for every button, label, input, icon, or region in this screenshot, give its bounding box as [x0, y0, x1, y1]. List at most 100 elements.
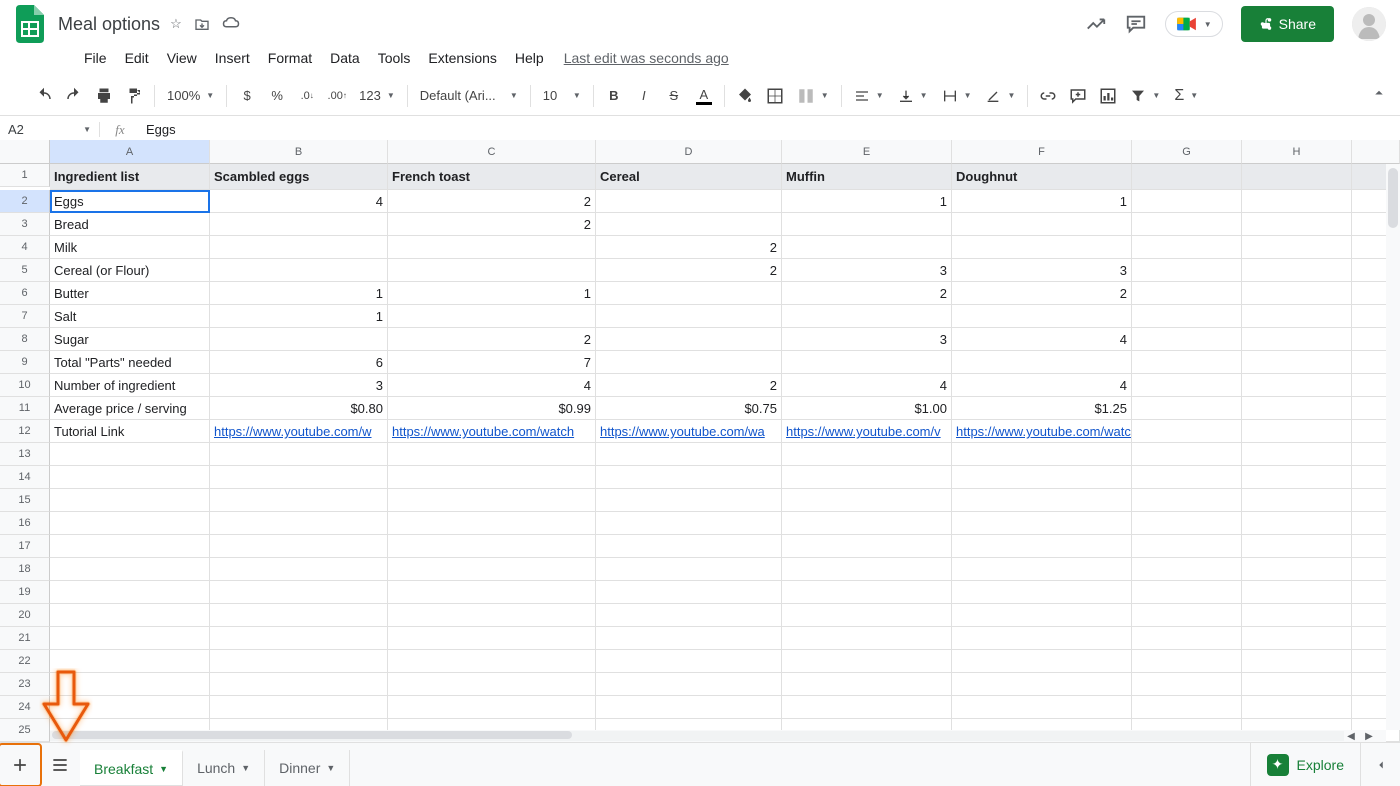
cell[interactable] — [210, 466, 388, 489]
insert-comment-button[interactable] — [1064, 82, 1092, 110]
row-header[interactable]: 21 — [0, 627, 50, 650]
column-header[interactable]: H — [1242, 140, 1352, 164]
cell[interactable] — [1242, 535, 1352, 558]
cell[interactable] — [952, 627, 1132, 650]
add-sheet-button[interactable] — [0, 745, 40, 785]
cell[interactable]: 2 — [596, 374, 782, 397]
cell[interactable] — [596, 512, 782, 535]
cell[interactable] — [50, 535, 210, 558]
menu-data[interactable]: Data — [322, 46, 368, 70]
cell[interactable]: Bread — [50, 213, 210, 236]
row-header[interactable]: 25 — [0, 719, 50, 742]
cell[interactable] — [388, 604, 596, 627]
cell[interactable]: French toast — [388, 164, 596, 190]
cell[interactable]: Average price / serving — [50, 397, 210, 420]
cell[interactable] — [1132, 236, 1242, 259]
horizontal-align-dropdown[interactable]: ▼ — [848, 82, 890, 110]
document-title[interactable]: Meal options — [58, 14, 160, 35]
cell[interactable] — [388, 512, 596, 535]
cell[interactable] — [1242, 190, 1352, 213]
row-header[interactable]: 19 — [0, 581, 50, 604]
cell[interactable] — [952, 558, 1132, 581]
cell[interactable]: 4 — [210, 190, 388, 213]
row-header[interactable]: 11 — [0, 397, 50, 420]
horizontal-scrollbar[interactable]: ◀ ▶ — [50, 730, 1386, 742]
increase-decimal-button[interactable]: .00↑ — [323, 82, 351, 110]
cell[interactable] — [596, 535, 782, 558]
cell[interactable] — [1132, 259, 1242, 282]
row-header[interactable]: 20 — [0, 604, 50, 627]
explore-button[interactable]: ✦ Explore — [1250, 743, 1360, 786]
cell[interactable] — [50, 489, 210, 512]
cell[interactable] — [1132, 282, 1242, 305]
cell[interactable] — [596, 696, 782, 719]
sheet-tab[interactable]: Breakfast▼ — [80, 750, 183, 786]
menu-help[interactable]: Help — [507, 46, 552, 70]
cell[interactable] — [952, 213, 1132, 236]
cell[interactable] — [1132, 466, 1242, 489]
cell[interactable] — [50, 512, 210, 535]
menu-edit[interactable]: Edit — [117, 46, 157, 70]
menu-tools[interactable]: Tools — [370, 46, 419, 70]
cell[interactable] — [1132, 213, 1242, 236]
fill-color-button[interactable] — [731, 82, 759, 110]
cell[interactable] — [596, 466, 782, 489]
cell[interactable] — [50, 650, 210, 673]
cell[interactable]: 3 — [952, 259, 1132, 282]
cell[interactable]: $1.00 — [782, 397, 952, 420]
cell[interactable] — [50, 696, 210, 719]
cell[interactable] — [952, 696, 1132, 719]
cell[interactable] — [596, 443, 782, 466]
cell[interactable] — [1242, 236, 1352, 259]
cell[interactable] — [210, 328, 388, 351]
row-header[interactable]: 9 — [0, 351, 50, 374]
bold-button[interactable]: B — [600, 82, 628, 110]
cell[interactable] — [388, 673, 596, 696]
cell[interactable]: 1 — [782, 190, 952, 213]
format-currency-button[interactable]: $ — [233, 82, 261, 110]
cell[interactable] — [1132, 581, 1242, 604]
cell[interactable]: 4 — [952, 328, 1132, 351]
cell[interactable] — [952, 673, 1132, 696]
cell[interactable] — [782, 443, 952, 466]
cell[interactable] — [1132, 305, 1242, 328]
cell[interactable]: https://www.youtube.com/v — [782, 420, 952, 443]
row-header[interactable]: 23 — [0, 673, 50, 696]
cell[interactable] — [1132, 650, 1242, 673]
cell[interactable]: Cereal — [596, 164, 782, 190]
format-percent-button[interactable]: % — [263, 82, 291, 110]
cell[interactable] — [1132, 190, 1242, 213]
cell[interactable] — [50, 627, 210, 650]
cell[interactable] — [1242, 673, 1352, 696]
column-header[interactable]: G — [1132, 140, 1242, 164]
filter-dropdown[interactable]: ▼ — [1124, 82, 1166, 110]
cell[interactable]: Sugar — [50, 328, 210, 351]
cell[interactable] — [1242, 164, 1352, 190]
formula-bar[interactable]: Eggs — [140, 122, 1400, 137]
row-header[interactable]: 24 — [0, 696, 50, 719]
cell[interactable] — [1242, 489, 1352, 512]
row-header[interactable]: 1 — [0, 164, 50, 187]
cell[interactable] — [1242, 328, 1352, 351]
cell[interactable] — [782, 673, 952, 696]
vertical-align-dropdown[interactable]: ▼ — [892, 82, 934, 110]
name-box[interactable]: A2 ▼ — [0, 122, 100, 137]
share-button[interactable]: Share — [1241, 6, 1334, 42]
menu-format[interactable]: Format — [260, 46, 320, 70]
sheets-logo[interactable] — [14, 3, 46, 45]
cell[interactable] — [50, 466, 210, 489]
cell[interactable] — [952, 305, 1132, 328]
cell[interactable] — [210, 535, 388, 558]
cell[interactable] — [782, 213, 952, 236]
cell[interactable] — [1242, 351, 1352, 374]
cloud-status-icon[interactable] — [222, 16, 240, 32]
row-header[interactable]: 17 — [0, 535, 50, 558]
cell[interactable] — [782, 558, 952, 581]
merge-cells-dropdown[interactable]: ▼ — [791, 82, 835, 110]
decrease-decimal-button[interactable]: .0↓ — [293, 82, 321, 110]
row-header[interactable]: 4 — [0, 236, 50, 259]
paint-format-button[interactable] — [120, 82, 148, 110]
row-header[interactable]: 18 — [0, 558, 50, 581]
strikethrough-button[interactable]: S — [660, 82, 688, 110]
cell[interactable]: https://www.youtube.com/w — [210, 420, 388, 443]
